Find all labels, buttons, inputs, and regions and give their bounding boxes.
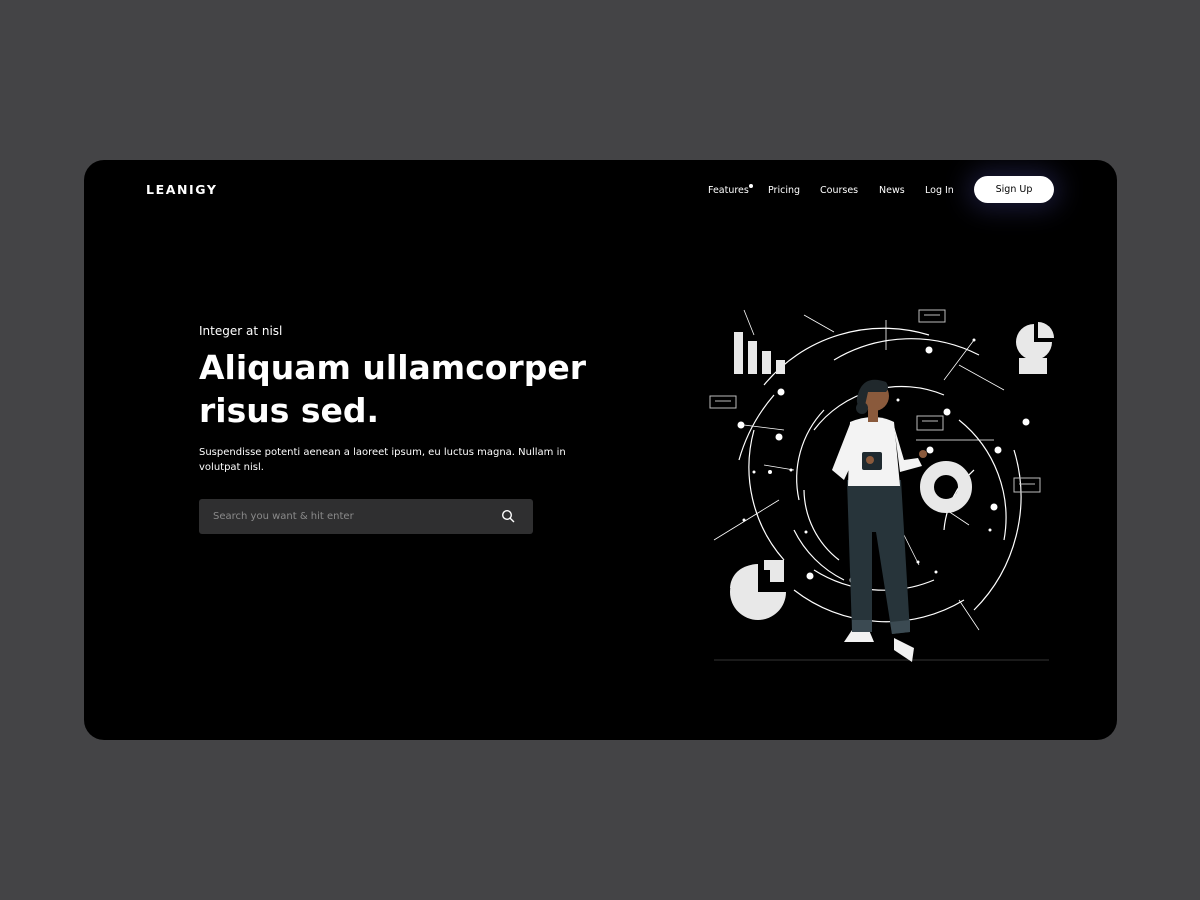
search-icon[interactable] (501, 509, 515, 523)
signup-button[interactable]: Sign Up (974, 176, 1054, 203)
nav-item-features[interactable]: Features (708, 184, 753, 196)
search-bar (199, 499, 533, 534)
pie-chart-icon-bottom (730, 560, 786, 620)
nav-item-pricing[interactable]: Pricing (768, 185, 800, 196)
landing-frame: LEANIGY Features Pricing Courses News Lo… (84, 160, 1117, 740)
hero-illustration (709, 309, 1054, 662)
search-input[interactable] (199, 499, 493, 534)
logo[interactable]: LEANIGY (146, 182, 218, 197)
nav-item-label: Features (708, 185, 749, 196)
nav-item-courses[interactable]: Courses (820, 185, 858, 196)
nav-item-news[interactable]: News (879, 185, 905, 196)
donut-chart-icon (920, 461, 972, 513)
hero-headline: Aliquam ullamcorper risus sed. (199, 346, 659, 432)
new-indicator-dot (748, 184, 753, 188)
hero-headline-line2: risus sed. (199, 391, 380, 430)
pie-chart-icon-top (1016, 322, 1054, 374)
hero-headline-line1: Aliquam ullamcorper (199, 348, 586, 387)
bar-chart-icon (734, 332, 785, 374)
hero-description: Suspendisse potenti aenean a laoreet ips… (199, 447, 566, 473)
hero-eyebrow: Integer at nisl (199, 324, 283, 338)
nav-item-login[interactable]: Log In (925, 185, 954, 196)
